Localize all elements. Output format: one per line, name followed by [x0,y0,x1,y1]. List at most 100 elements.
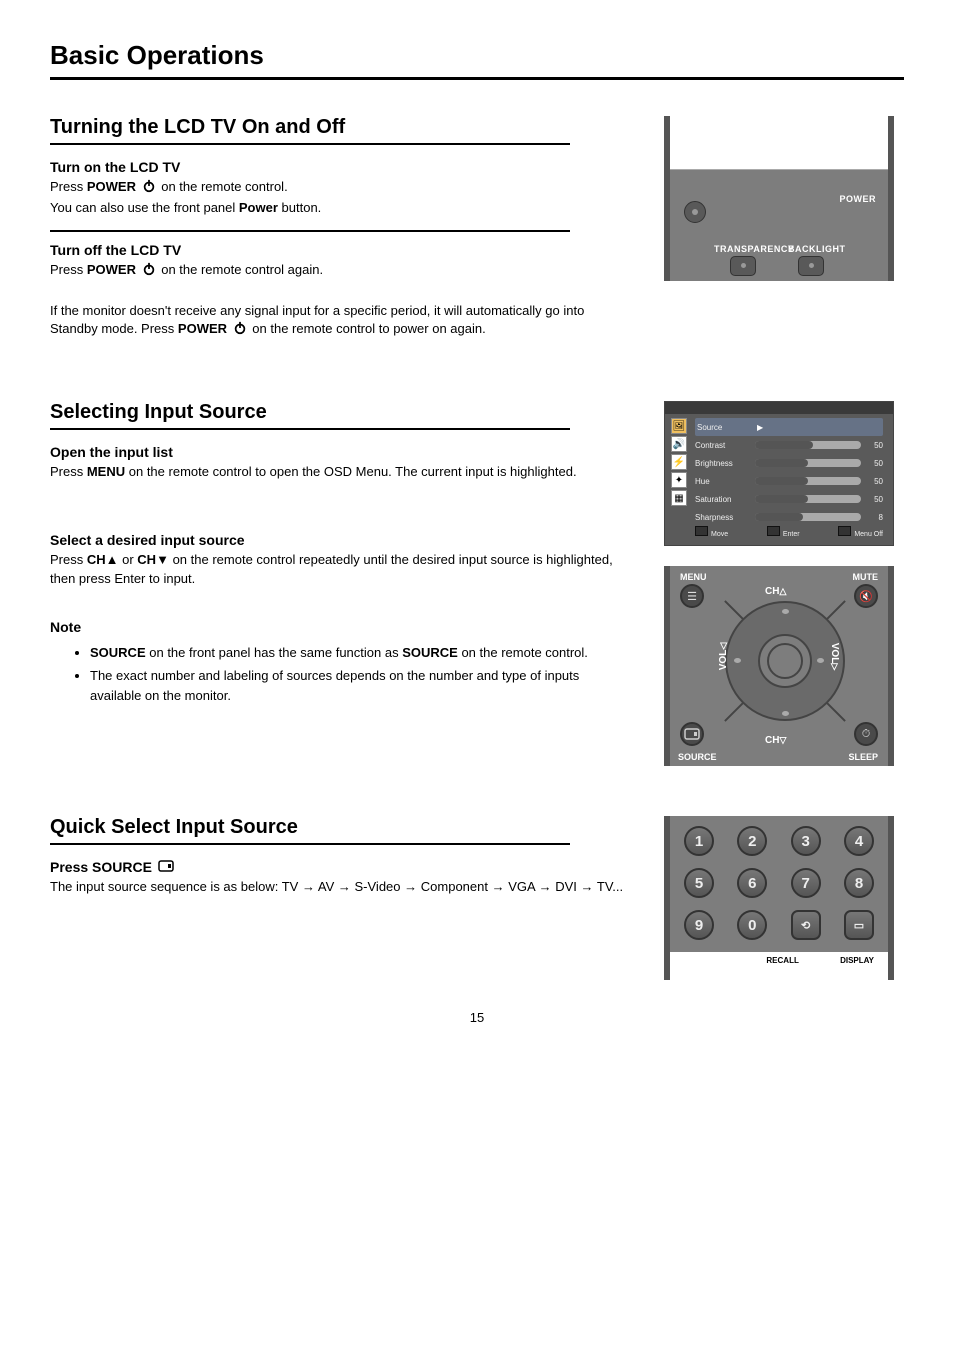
key-4[interactable]: 4 [844,826,874,856]
sleep-button[interactable]: ⏱ [854,722,878,746]
step2-head: Turn off the LCD TV [50,242,634,258]
heading-rule [50,428,570,430]
osd-tabs: 🖼 🔊 ⚡ ✦ ▦ [671,418,689,508]
led-dot [809,263,814,268]
t: DVI [555,879,580,894]
osd-row[interactable]: Contrast 50 [695,436,883,454]
recall-button[interactable]: ⟲ [791,910,821,940]
osd-row-source[interactable]: Source ▶ [695,418,883,436]
osd-tab-audio-icon[interactable]: 🔊 [671,436,687,452]
step-body: The input source sequence is as below: T… [50,878,634,897]
display-button[interactable]: ▭ [844,910,874,940]
osd-value: 8 [865,513,883,522]
osd-value: 50 [865,495,883,504]
backlight-button[interactable] [798,256,824,276]
t: AV [318,879,338,894]
transparency-button[interactable] [730,256,756,276]
osd-slider[interactable] [755,477,861,485]
step-head-with-icon: Press SOURCE [50,859,634,875]
remote-top-panel: POWER TRANSPARENCY BACKLIGHT [664,116,894,281]
key-8[interactable]: 8 [844,868,874,898]
hint-icon [767,526,780,536]
step2-body: Press POWER on the remote control again. [50,261,634,282]
source-button[interactable] [680,722,704,746]
osd-slider[interactable] [755,513,861,521]
t: TV... [597,879,623,894]
arrow-right-icon: → [581,879,594,894]
t: SOURCE [90,645,146,660]
section-quick-text: Quick Select Input Source Press SOURCE T… [50,816,634,897]
triangle-down-icon: ▼ [156,552,169,567]
section-source: Selecting Input Source Open the input li… [50,401,904,766]
osd-row[interactable]: Brightness 50 [695,454,883,472]
power-icon [233,321,247,341]
key-6[interactable]: 6 [737,868,767,898]
section-quick-source: Quick Select Input Source Press SOURCE T… [50,816,904,980]
menu-label: MENU [680,572,707,582]
osd-row[interactable]: Saturation 50 [695,490,883,508]
osd-tab-setup-icon[interactable]: ▦ [671,490,687,506]
key-7[interactable]: 7 [791,868,821,898]
key-2[interactable]: 2 [737,826,767,856]
menu-button[interactable]: ☰ [680,584,704,608]
figures-right: 🖼 🔊 ⚡ ✦ ▦ Source ▶ Contrast 50 [664,401,904,766]
heading-quick: Quick Select Input Source [50,816,634,839]
heading-source: Selecting Input Source [50,401,634,424]
aux-round-button[interactable] [684,201,706,223]
note-item: SOURCE on the front panel has the same f… [90,643,634,663]
mute-button[interactable]: 🔇 [854,584,878,608]
triangle-up-icon: ▲ [106,552,119,567]
osd-value: 50 [865,459,883,468]
osd-label: Hue [695,477,751,486]
osd-titlebar [665,402,893,414]
t: on the remote control to open the OSD Me… [129,464,577,479]
t: Menu Off [854,531,883,538]
t: on the remote control. [461,645,587,660]
osd-tab-feature-icon[interactable]: ✦ [671,472,687,488]
key-3[interactable]: 3 [791,826,821,856]
source-rect-icon [158,859,174,875]
t: CH [137,552,156,567]
osd-slider[interactable] [755,459,861,467]
keypad-labels: RECALL DISPLAY [670,952,888,980]
osd-tab-picture-icon[interactable]: 🖼 [671,418,687,434]
page: Basic Operations Turning the LCD TV On a… [0,0,954,1085]
page-title: Basic Operations [50,40,904,71]
key-5[interactable]: 5 [684,868,714,898]
key-1[interactable]: 1 [684,826,714,856]
osd-tab-power-icon[interactable]: ⚡ [671,454,687,470]
osd-row[interactable]: Hue 50 [695,472,883,490]
step1-head: Open the input list [50,444,634,460]
remote-blank-area [670,116,888,170]
osd-label: Brightness [695,459,751,468]
step1-head: Turn on the LCD TV [50,159,634,175]
t: VGA [508,879,538,894]
arrow-right-icon: → [539,879,552,894]
led-dot [692,209,698,215]
osd-slider[interactable] [755,495,861,503]
heading-rule [50,143,570,145]
t: Press [50,552,87,567]
hint-icon [695,526,708,536]
key-9[interactable]: 9 [684,910,714,940]
transparency-label: TRANSPARENCY [714,244,784,254]
t: POWER [178,321,227,336]
t: POWER [87,262,136,277]
osd-slider[interactable] [755,441,861,449]
arrow-right-icon: → [404,879,417,894]
t: Press SOURCE [50,859,152,875]
key-0[interactable]: 0 [737,910,767,940]
arrow-right-icon: → [492,879,505,894]
t: You can also use the front panel [50,200,239,215]
hint-icon [838,526,851,536]
enter-button[interactable] [767,643,803,679]
triangle-right-icon: ▶ [757,423,763,432]
page-number: 15 [50,1010,904,1025]
t: The exact number and labeling of sources… [90,668,579,703]
mute-label: MUTE [853,572,879,582]
heading-power: Turning the LCD TV On and Off [50,116,634,139]
vol-right-label: VOL▷ [829,643,840,670]
t: Move [711,531,728,538]
osd-label: Sharpness [695,513,751,522]
note-list: SOURCE on the front panel has the same f… [90,643,634,706]
